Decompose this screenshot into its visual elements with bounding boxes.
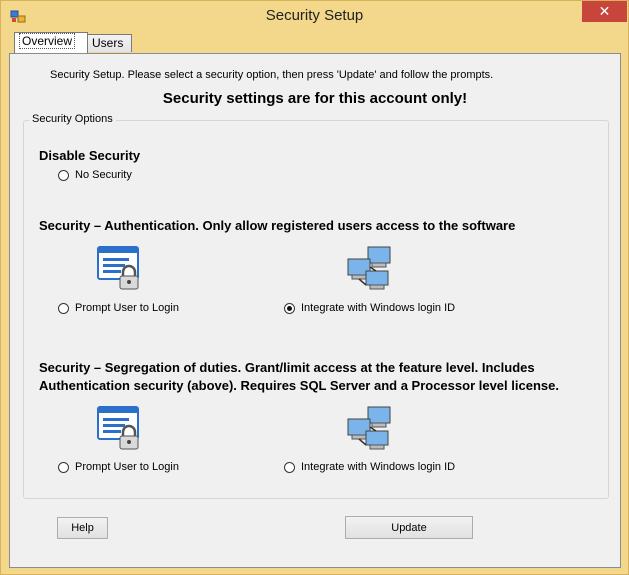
close-icon: ✕	[598, 3, 611, 20]
auth-prompt-login-label: Prompt User to Login	[75, 302, 179, 314]
seg-prompt-login-radio-circle[interactable]	[58, 461, 69, 473]
close-button[interactable]: ✕	[582, 1, 627, 22]
headline: Security settings are for this account o…	[162, 90, 468, 107]
login-lock-icon	[97, 406, 139, 450]
seg-prompt-login-radio[interactable]: Prompt User to Login	[58, 461, 179, 473]
disable-security-title: Disable Security	[39, 148, 141, 163]
segregation-title-line1: Security – Segregation of duties. Grant/…	[39, 360, 535, 375]
seg-prompt-login-label: Prompt User to Login	[75, 461, 179, 473]
title-bar[interactable]: Security Setup ✕	[1, 1, 628, 31]
tab-overview[interactable]: Overview	[14, 32, 88, 53]
overview-page: Security Setup. Please select a security…	[9, 53, 621, 568]
seg-windows-login-label: Integrate with Windows login ID	[301, 461, 456, 473]
no-security-radio-circle[interactable]	[58, 169, 69, 181]
tab-users-label: Users	[92, 36, 124, 50]
segregation-title-line2: Authentication security (above). Require…	[39, 378, 559, 393]
seg-windows-login-radio-circle[interactable]	[284, 461, 295, 473]
auth-prompt-login-radio[interactable]: Prompt User to Login	[58, 302, 179, 314]
tab-users[interactable]: Users	[87, 34, 132, 52]
window-title: Security Setup	[265, 7, 364, 24]
network-computers-icon	[347, 406, 391, 450]
group-label: Security Options	[29, 113, 116, 125]
security-setup-window: Security Setup ✕ Overview Users Security…	[0, 0, 629, 575]
no-security-radio[interactable]: No Security	[58, 169, 132, 181]
security-options-group: Security Options Disable Security No Sec…	[23, 113, 609, 499]
seg-windows-login-radio[interactable]: Integrate with Windows login ID	[284, 461, 455, 473]
update-button[interactable]: Update	[345, 516, 473, 539]
network-computers-icon	[347, 246, 391, 290]
tab-overview-label: Overview	[19, 33, 76, 49]
auth-windows-login-radio[interactable]: Integrate with Windows login ID	[284, 302, 455, 314]
auth-prompt-login-radio-circle[interactable]	[58, 302, 69, 314]
help-button[interactable]: Help	[57, 517, 108, 539]
auth-windows-login-radio-circle[interactable]	[284, 302, 295, 314]
no-security-label: No Security	[75, 169, 132, 181]
auth-windows-login-label: Integrate with Windows login ID	[301, 302, 456, 314]
authentication-title: Security – Authentication. Only allow re…	[39, 218, 516, 233]
intro-text: Security Setup. Please select a security…	[50, 69, 494, 81]
tab-strip: Overview Users	[9, 32, 609, 54]
login-lock-icon	[97, 246, 139, 290]
